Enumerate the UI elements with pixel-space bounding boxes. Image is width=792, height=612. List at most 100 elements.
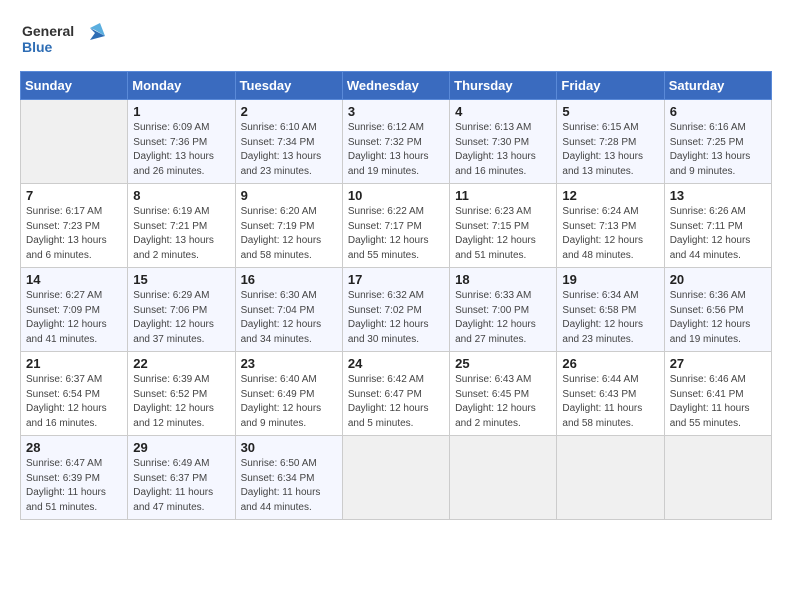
day-number: 21 — [26, 356, 122, 371]
header: General Blue — [20, 18, 772, 65]
calendar-cell — [557, 436, 664, 520]
day-info: Sunrise: 6:27 AM Sunset: 7:09 PM Dayligh… — [26, 289, 122, 347]
day-info: Sunrise: 6:10 AM Sunset: 7:34 PM Dayligh… — [241, 121, 337, 179]
calendar-cell: 12 Sunrise: 6:24 AM Sunset: 7:13 PM Dayli… — [557, 184, 664, 268]
day-number: 27 — [670, 356, 766, 371]
day-number: 24 — [348, 356, 444, 371]
day-info: Sunrise: 6:50 AM Sunset: 6:34 PM Dayligh… — [241, 457, 337, 515]
col-header-monday: Monday — [128, 72, 235, 100]
day-info: Sunrise: 6:33 AM Sunset: 7:00 PM Dayligh… — [455, 289, 551, 347]
day-info: Sunrise: 6:36 AM Sunset: 6:56 PM Dayligh… — [670, 289, 766, 347]
col-header-tuesday: Tuesday — [235, 72, 342, 100]
calendar-cell: 2 Sunrise: 6:10 AM Sunset: 7:34 PM Daylig… — [235, 100, 342, 184]
calendar-cell: 18 Sunrise: 6:33 AM Sunset: 7:00 PM Dayli… — [450, 268, 557, 352]
week-row-2: 14 Sunrise: 6:27 AM Sunset: 7:09 PM Dayli… — [21, 268, 772, 352]
day-number: 23 — [241, 356, 337, 371]
calendar-cell: 23 Sunrise: 6:40 AM Sunset: 6:49 PM Dayli… — [235, 352, 342, 436]
day-info: Sunrise: 6:40 AM Sunset: 6:49 PM Dayligh… — [241, 373, 337, 431]
day-info: Sunrise: 6:49 AM Sunset: 6:37 PM Dayligh… — [133, 457, 229, 515]
day-number: 18 — [455, 272, 551, 287]
day-number: 29 — [133, 440, 229, 455]
calendar-cell: 14 Sunrise: 6:27 AM Sunset: 7:09 PM Dayli… — [21, 268, 128, 352]
day-info: Sunrise: 6:32 AM Sunset: 7:02 PM Dayligh… — [348, 289, 444, 347]
day-number: 7 — [26, 188, 122, 203]
day-info: Sunrise: 6:30 AM Sunset: 7:04 PM Dayligh… — [241, 289, 337, 347]
day-info: Sunrise: 6:37 AM Sunset: 6:54 PM Dayligh… — [26, 373, 122, 431]
day-number: 25 — [455, 356, 551, 371]
day-number: 14 — [26, 272, 122, 287]
col-header-wednesday: Wednesday — [342, 72, 449, 100]
day-number: 2 — [241, 104, 337, 119]
day-number: 11 — [455, 188, 551, 203]
day-number: 30 — [241, 440, 337, 455]
calendar-cell: 6 Sunrise: 6:16 AM Sunset: 7:25 PM Daylig… — [664, 100, 771, 184]
col-header-saturday: Saturday — [664, 72, 771, 100]
calendar-cell: 25Sunrise: 6:43 AM Sunset: 6:45 PM Dayli… — [450, 352, 557, 436]
day-number: 8 — [133, 188, 229, 203]
day-info: Sunrise: 6:42 AM Sunset: 6:47 PM Dayligh… — [348, 373, 444, 431]
day-number: 17 — [348, 272, 444, 287]
calendar-cell — [450, 436, 557, 520]
col-header-friday: Friday — [557, 72, 664, 100]
day-number: 9 — [241, 188, 337, 203]
day-number: 15 — [133, 272, 229, 287]
calendar-cell: 9 Sunrise: 6:20 AM Sunset: 7:19 PM Daylig… — [235, 184, 342, 268]
calendar-cell: 7 Sunrise: 6:17 AM Sunset: 7:23 PM Daylig… — [21, 184, 128, 268]
calendar-cell: 10Sunrise: 6:22 AM Sunset: 7:17 PM Dayli… — [342, 184, 449, 268]
day-number: 6 — [670, 104, 766, 119]
calendar-cell: 22 Sunrise: 6:39 AM Sunset: 6:52 PM Dayli… — [128, 352, 235, 436]
day-info: Sunrise: 6:20 AM Sunset: 7:19 PM Dayligh… — [241, 205, 337, 263]
calendar-cell: 11Sunrise: 6:23 AM Sunset: 7:15 PM Dayli… — [450, 184, 557, 268]
day-number: 26 — [562, 356, 658, 371]
day-info: Sunrise: 6:16 AM Sunset: 7:25 PM Dayligh… — [670, 121, 766, 179]
calendar-cell — [342, 436, 449, 520]
calendar-cell: 20 Sunrise: 6:36 AM Sunset: 6:56 PM Dayli… — [664, 268, 771, 352]
calendar-cell: 3 Sunrise: 6:12 AM Sunset: 7:32 PM Daylig… — [342, 100, 449, 184]
day-info: Sunrise: 6:12 AM Sunset: 7:32 PM Dayligh… — [348, 121, 444, 179]
calendar-cell: 21 Sunrise: 6:37 AM Sunset: 6:54 PM Dayli… — [21, 352, 128, 436]
day-number: 16 — [241, 272, 337, 287]
col-header-thursday: Thursday — [450, 72, 557, 100]
calendar-table: SundayMondayTuesdayWednesdayThursdayFrid… — [20, 71, 772, 520]
calendar-cell: 17 Sunrise: 6:32 AM Sunset: 7:02 PM Dayli… — [342, 268, 449, 352]
day-number: 12 — [562, 188, 658, 203]
day-info: Sunrise: 6:09 AM Sunset: 7:36 PM Dayligh… — [133, 121, 229, 179]
calendar-cell: 19Sunrise: 6:34 AM Sunset: 6:58 PM Dayli… — [557, 268, 664, 352]
day-info: Sunrise: 6:39 AM Sunset: 6:52 PM Dayligh… — [133, 373, 229, 431]
day-number: 3 — [348, 104, 444, 119]
logo-icon: General Blue — [20, 18, 110, 60]
day-info: Sunrise: 6:17 AM Sunset: 7:23 PM Dayligh… — [26, 205, 122, 263]
day-number: 20 — [670, 272, 766, 287]
calendar-cell: 16 Sunrise: 6:30 AM Sunset: 7:04 PM Dayli… — [235, 268, 342, 352]
day-number: 22 — [133, 356, 229, 371]
calendar-cell: 4 Sunrise: 6:13 AM Sunset: 7:30 PM Daylig… — [450, 100, 557, 184]
calendar-cell: 5 Sunrise: 6:15 AM Sunset: 7:28 PM Daylig… — [557, 100, 664, 184]
svg-text:General: General — [22, 23, 74, 39]
calendar-cell: 29 Sunrise: 6:49 AM Sunset: 6:37 PM Dayli… — [128, 436, 235, 520]
day-number: 28 — [26, 440, 122, 455]
day-number: 4 — [455, 104, 551, 119]
day-number: 5 — [562, 104, 658, 119]
calendar-cell: 30 Sunrise: 6:50 AM Sunset: 6:34 PM Dayli… — [235, 436, 342, 520]
page: General Blue SundayMondayTuesdayWednesda… — [0, 0, 792, 612]
week-row-3: 21 Sunrise: 6:37 AM Sunset: 6:54 PM Dayli… — [21, 352, 772, 436]
day-info: Sunrise: 6:44 AM Sunset: 6:43 PM Dayligh… — [562, 373, 658, 431]
calendar-cell: 1 Sunrise: 6:09 AM Sunset: 7:36 PM Daylig… — [128, 100, 235, 184]
day-info: Sunrise: 6:47 AM Sunset: 6:39 PM Dayligh… — [26, 457, 122, 515]
day-info: Sunrise: 6:13 AM Sunset: 7:30 PM Dayligh… — [455, 121, 551, 179]
calendar-cell: 13Sunrise: 6:26 AM Sunset: 7:11 PM Dayli… — [664, 184, 771, 268]
col-header-sunday: Sunday — [21, 72, 128, 100]
day-info: Sunrise: 6:24 AM Sunset: 7:13 PM Dayligh… — [562, 205, 658, 263]
logo-text: General Blue — [20, 18, 110, 65]
day-info: Sunrise: 6:15 AM Sunset: 7:28 PM Dayligh… — [562, 121, 658, 179]
calendar-cell: 26 Sunrise: 6:44 AM Sunset: 6:43 PM Dayli… — [557, 352, 664, 436]
week-row-4: 28 Sunrise: 6:47 AM Sunset: 6:39 PM Dayli… — [21, 436, 772, 520]
svg-text:Blue: Blue — [22, 39, 53, 55]
day-number: 19 — [562, 272, 658, 287]
day-info: Sunrise: 6:19 AM Sunset: 7:21 PM Dayligh… — [133, 205, 229, 263]
day-number: 1 — [133, 104, 229, 119]
calendar-cell: 24 Sunrise: 6:42 AM Sunset: 6:47 PM Dayli… — [342, 352, 449, 436]
day-info: Sunrise: 6:26 AM Sunset: 7:11 PM Dayligh… — [670, 205, 766, 263]
week-row-0: 1 Sunrise: 6:09 AM Sunset: 7:36 PM Daylig… — [21, 100, 772, 184]
calendar-cell: 28 Sunrise: 6:47 AM Sunset: 6:39 PM Dayli… — [21, 436, 128, 520]
